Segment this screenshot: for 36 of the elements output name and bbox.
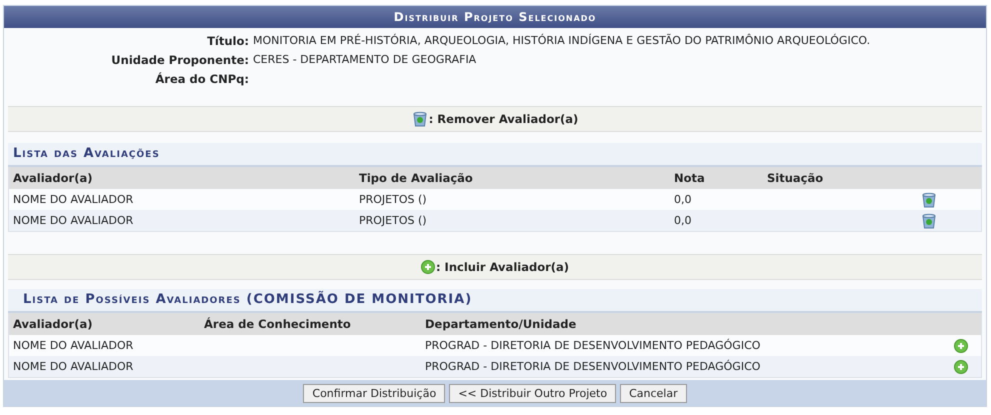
field-value: CERES - DEPARTAMENTO DE GEOGRAFIA [253,53,478,67]
column-header: Área de Conhecimento [204,317,352,331]
form-button[interactable]: Confirmar Distribuição [303,384,446,403]
table-cell-text: NOME DO AVALIADOR [13,360,134,373]
field-label: Unidade Proponente: [110,53,249,67]
field-label: Título: [206,34,249,48]
column-header: Nota [674,171,706,185]
table-cell-text: PROGRAD - DIRETORIA DE DESENVOLVIMENTO PEDAGÓGICO [425,339,762,352]
column-header: Avaliador(a) [13,317,94,331]
table-cell-text: PROGRAD - DIRETORIA DE DESENVOLVIMENTO PEDAGÓGICO [425,360,762,373]
trash-icon[interactable] [921,192,937,208]
panel-title: Distribuir Projeto Selecionado [4,6,986,28]
legend-text: : Remover Avaliador(a) [428,112,578,126]
add-icon[interactable] [954,360,968,374]
section-heading: Lista de Possíveis Avaliadores (COMISSÃO DE MONITORIA) [8,289,982,313]
column-header: Avaliador(a) [13,171,94,185]
trash-icon[interactable] [921,212,937,228]
table-cell-text: NOME DO AVALIADOR [13,193,134,206]
table-cell-text: 0,0 [674,214,692,227]
table-cell-text: PROJETOS () [359,193,428,206]
column-header: Departamento/Unidade [425,317,578,331]
legend-text: : Incluir Avaliador(a) [436,260,570,274]
column-header: Tipo de Avaliação [359,171,474,185]
section-heading: Lista das Avaliações [8,143,982,167]
field-label: Área do CNPq: [154,72,249,86]
table-cell-text: 0,0 [674,193,692,206]
form-button[interactable]: Cancelar [620,384,687,403]
table-cell-text: NOME DO AVALIADOR [13,214,134,227]
table-cell-text: PROJETOS () [359,214,428,227]
column-header: Situação [767,171,824,185]
table-cell-text: NOME DO AVALIADOR [13,339,134,352]
add-icon[interactable] [420,260,435,274]
form-button[interactable]: << Distribuir Outro Projeto [449,384,616,403]
add-icon[interactable] [954,338,968,352]
trash-icon[interactable] [412,111,428,127]
field-value: MONITORIA EM PRÉ-HISTÓRIA, ARQUEOLOGIA, HISTÓRIA INDÍGENA E GESTÃO DO PATRIMÔNIO ARQUEOLÓGICO. [253,34,872,48]
